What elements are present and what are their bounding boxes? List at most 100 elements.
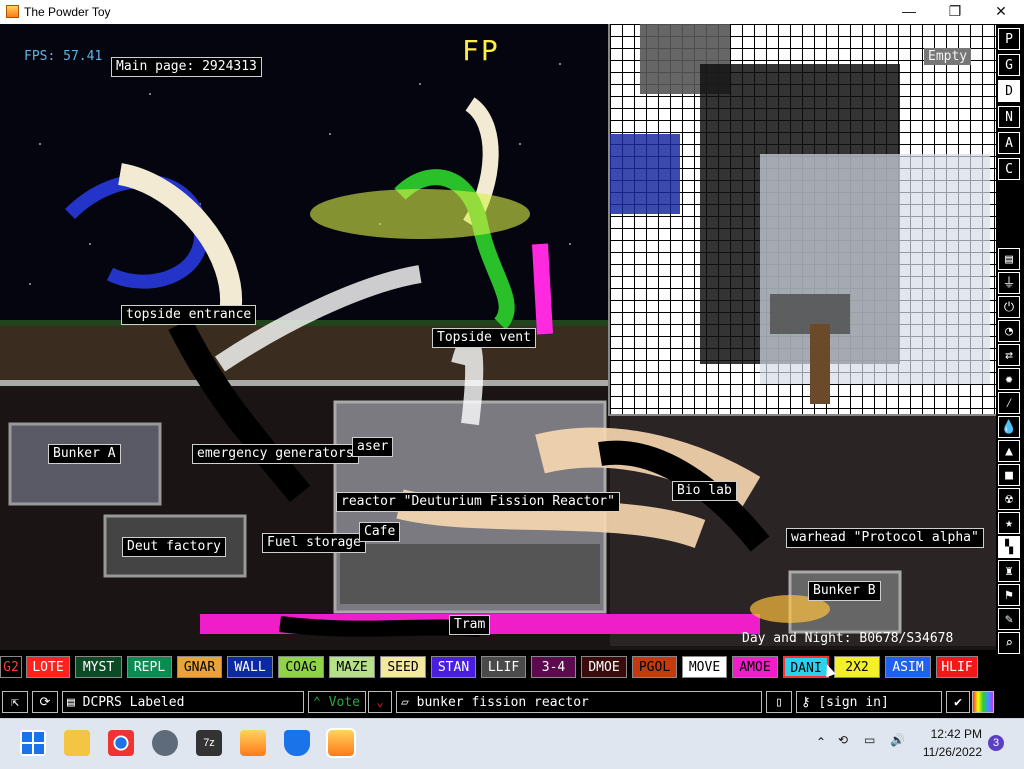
category-explosives-icon[interactable]: ✹ [998,368,1020,390]
element-lote[interactable]: LOTE [26,656,70,678]
defender-shield-icon[interactable] [284,730,310,756]
sign-tram[interactable]: Tram [449,615,491,635]
element-2x2[interactable]: 2X2 [834,656,880,678]
7zip-icon[interactable]: 7z [196,730,222,756]
category-tools-icon[interactable]: ♜ [998,560,1020,582]
start-icon[interactable] [20,730,46,756]
element-coag[interactable]: COAG [278,656,324,678]
category-decoration-icon[interactable]: ✎ [998,608,1020,630]
sign-cafe[interactable]: Cafe [359,522,401,542]
render-options-icon[interactable] [972,691,994,713]
element-label: SEED [387,660,419,675]
maximize-button[interactable]: ❐ [932,0,978,24]
element-maze[interactable]: MAZE [329,656,375,678]
category-radioactive-icon[interactable]: ☢ [998,488,1020,510]
category-force-icon[interactable]: ⇄ [998,344,1020,366]
close-button[interactable]: ✕ [978,0,1024,24]
vote-down-button[interactable]: ⌄ [368,691,392,713]
notification-badge[interactable]: 3 [988,735,1004,751]
tool-a-button[interactable]: A [998,132,1020,154]
tray-network-icon[interactable]: ▭ [864,733,875,747]
element-label: MOVE [688,660,721,675]
tool-d-button[interactable]: D [998,80,1020,102]
minimize-button[interactable]: — [886,0,932,24]
sign-warhead[interactable]: warhead "Protocol alpha" [786,528,984,548]
reload-icon[interactable]: ⟳ [32,691,58,713]
element-pgol[interactable]: PGOL [632,656,677,678]
search-icon[interactable]: ⌕ [998,632,1020,654]
element-3-4[interactable]: 3-4 [531,656,576,678]
element-label: AMOE [739,660,771,675]
sign-deut-factory[interactable]: Deut factory [122,537,226,557]
element-gnar[interactable]: GNAR [177,656,222,678]
category-electronics-icon[interactable]: ▤ [998,248,1020,270]
element-dmoe[interactable]: DMOE [581,656,627,678]
main-page-sign[interactable]: Main page: 2924313 [111,57,262,77]
sign-in-button[interactable]: ⚷ [sign in] [796,691,942,713]
element-wall[interactable]: WALL [227,656,273,678]
sim-rule-label: Day and Night: B0678/S34678 [742,631,954,646]
simulation-canvas[interactable]: FPS: 57.41 Main page: 2924313 FP Empty t… [0,24,996,650]
element-llif[interactable]: LLIF [481,656,526,678]
element-asim[interactable]: ASIM [885,656,931,678]
category-gases-icon[interactable]: ⁄ [998,392,1020,414]
element-label: 2X2 [845,660,869,675]
element-stan[interactable]: STAN [431,656,476,678]
powder-toy-icon[interactable] [240,730,266,756]
settings-gear-icon[interactable] [152,730,178,756]
element-repl[interactable]: REPL [127,656,172,678]
sign-bunker-b[interactable]: Bunker B [808,581,881,601]
title-bar: The Powder Toy — ❐ ✕ [0,0,1024,24]
element-label: PGOL [638,660,671,675]
element-label: 3-4 [541,660,566,675]
element-g2[interactable]: G2 [0,656,22,678]
save-name-field[interactable]: ▤ DCPRS Labeled [62,691,304,713]
tray-chevron-icon[interactable]: ⌃ [816,735,826,749]
sign-emergency-generators[interactable]: emergency generators [192,444,359,464]
element-myst[interactable]: MYST [75,656,122,678]
element-label: MAZE [336,660,368,675]
category-power-button-icon[interactable]: ⏻ [998,296,1020,318]
element-amoe[interactable]: AMOE [732,656,778,678]
category-solids-icon[interactable]: ■ [998,464,1020,486]
sign-topside-entrance[interactable]: topside entrance [121,305,257,325]
tool-n-button[interactable]: N [998,106,1020,128]
open-save-icon[interactable]: ⇱ [2,691,28,713]
element-hlif[interactable]: HLIF [936,656,978,678]
element-label: LLIF [487,660,520,675]
tray-volume-icon[interactable]: 🔊 [890,733,905,747]
tags-field[interactable]: ▱ bunker fission reactor [396,691,762,713]
vote-up-button[interactable]: ⌃ Vote [308,691,366,713]
sign-bunker-a[interactable]: Bunker A [48,444,121,464]
tool-c-button[interactable]: C [998,158,1020,180]
top-overlay-text: FP [462,34,500,67]
sign-laser[interactable]: aser [352,437,394,457]
element-seed[interactable]: SEED [380,656,426,678]
sign-topside-vent[interactable]: Topside vent [432,328,536,348]
element-label: REPL [133,660,166,675]
category-liquids-icon[interactable]: 💧 [998,416,1020,438]
element-label: HLIF [941,660,973,675]
category-life-icon[interactable]: ▚ [998,536,1020,558]
clock-time[interactable]: 12:42 PM [924,727,982,741]
category-powders-icon[interactable]: ▲ [998,440,1020,462]
sign-fuel-storage[interactable]: Fuel storage [262,533,366,553]
tool-g-button[interactable]: G [998,54,1020,76]
tray-sync-icon[interactable]: ⟲ [838,733,848,747]
sign-bio-lab[interactable]: Bio lab [672,481,737,501]
settings-icon[interactable]: ✔ [946,691,970,713]
element-label: DMOE [588,660,620,675]
tool-p-button[interactable]: P [998,28,1020,50]
new-simulation-icon[interactable]: ▯ [766,691,792,713]
fps-counter: FPS: 57.41 [24,49,103,64]
category-power-icon[interactable]: ⏚ [998,272,1020,294]
category-favorites-icon[interactable]: ⚑ [998,584,1020,606]
element-move[interactable]: MOVE [682,656,727,678]
category-sensor-icon[interactable]: ◔ [998,320,1020,342]
sign-reactor[interactable]: reactor "Deuturium Fission Reactor" [336,492,620,512]
chrome-icon[interactable] [108,730,134,756]
clock-date[interactable]: 11/26/2022 [916,745,982,759]
category-special-icon[interactable]: ★ [998,512,1020,534]
file-explorer-icon[interactable] [64,730,90,756]
powder-toy-active-icon[interactable] [326,728,356,758]
